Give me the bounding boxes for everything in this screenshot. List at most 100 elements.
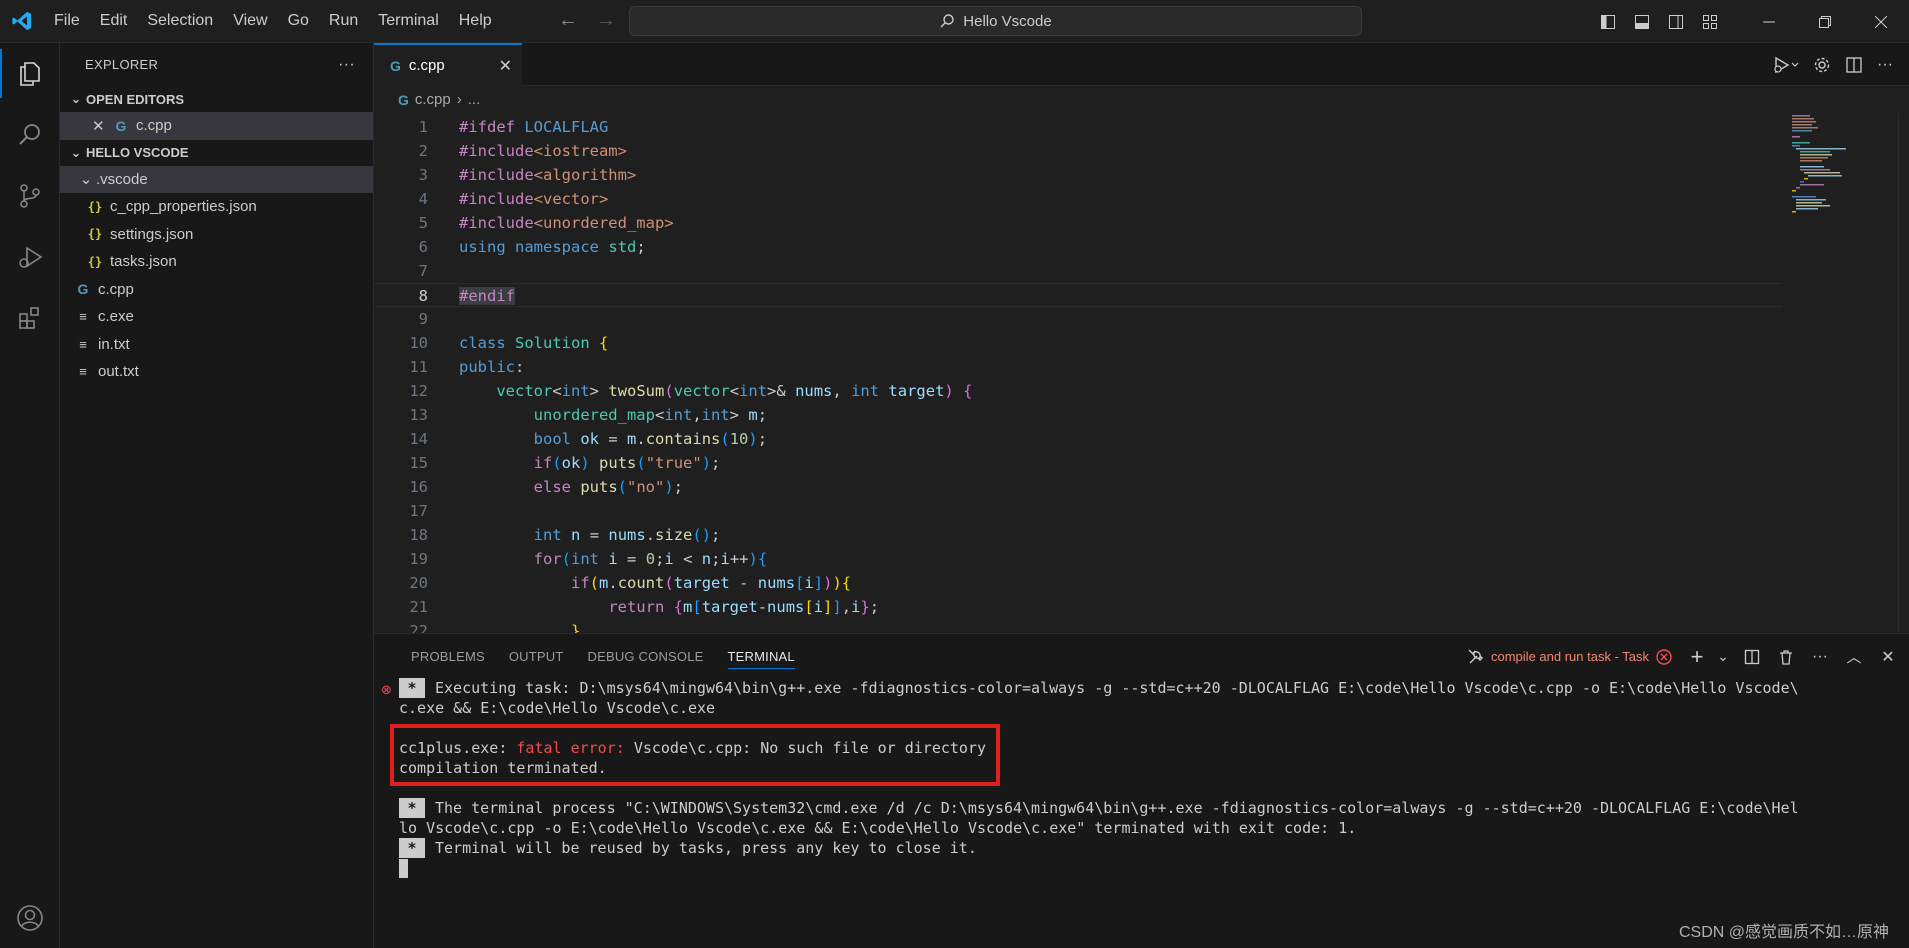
close-editor-icon[interactable]: ✕ xyxy=(92,117,112,135)
gear-icon[interactable] xyxy=(1809,50,1835,80)
code-line: 9 xyxy=(418,310,428,328)
terminal-task-selector[interactable]: compile and run task - Task xyxy=(1467,648,1673,666)
bottom-panel: PROBLEMS OUTPUT DEBUG CONSOLE TERMINAL c… xyxy=(374,633,1909,948)
run-debug-icon[interactable] xyxy=(0,226,60,287)
close-window-icon[interactable] xyxy=(1853,0,1909,43)
code-line: 18 int n = nums.size(); xyxy=(409,526,721,544)
menu-help[interactable]: Help xyxy=(449,6,502,36)
project-label: HELLO VSCODE xyxy=(86,145,189,160)
restore-icon[interactable] xyxy=(1797,0,1853,43)
file-label: c_cpp_properties.json xyxy=(110,198,257,216)
watermark: CSDN @感觉画质不如…原神 xyxy=(1678,924,1889,941)
terminal-line: lo Vscode\c.cpp -o E:\code\Hello Vscode\… xyxy=(399,819,1357,837)
split-editor-icon[interactable] xyxy=(1841,50,1867,80)
menu-view[interactable]: View xyxy=(223,6,277,36)
tree-item-settings-json[interactable]: {} settings.json xyxy=(60,221,373,249)
folder-vscode[interactable]: ⌄ .vscode xyxy=(60,165,373,193)
task-marker: * xyxy=(399,838,425,858)
tab-output[interactable]: OUTPUT xyxy=(497,634,576,679)
command-center-search[interactable]: Hello Vscode xyxy=(629,6,1362,36)
forward-arrow-icon[interactable]: → xyxy=(594,9,618,32)
search-icon[interactable] xyxy=(0,104,60,165)
vscode-logo-icon xyxy=(0,0,44,43)
code-line: 11 public: xyxy=(409,358,525,376)
breadcrumb-file[interactable]: c.cpp xyxy=(415,91,451,108)
tree-item-in-txt[interactable]: ≡ in.txt xyxy=(60,331,373,359)
open-editor-filename: c.cpp xyxy=(136,117,172,135)
account-icon[interactable] xyxy=(0,887,60,948)
source-control-icon[interactable] xyxy=(0,165,60,226)
code-editor[interactable]: 1 #ifdef LOCALFLAG 2 #include<iostream> 3 #… xyxy=(374,113,1909,633)
file-label: settings.json xyxy=(110,225,194,243)
terminal-text: Terminal will be reused by tasks, press … xyxy=(435,839,977,857)
maximize-panel-icon[interactable]: ︿ xyxy=(1839,642,1869,672)
panel-tabs: PROBLEMS OUTPUT DEBUG CONSOLE TERMINAL xyxy=(374,634,807,679)
code-line: 17 xyxy=(409,502,428,520)
toggle-panel-icon[interactable] xyxy=(1625,0,1659,43)
close-tab-icon[interactable]: ✕ xyxy=(499,56,512,76)
tree-item-c-cpp-properties[interactable]: {} c_cpp_properties.json xyxy=(60,193,373,221)
cpp-file-icon: G xyxy=(77,281,89,298)
menu-go[interactable]: Go xyxy=(278,6,319,36)
search-icon xyxy=(940,14,954,28)
json-file-icon: {} xyxy=(87,254,103,269)
project-section[interactable]: ⌄ HELLO VSCODE xyxy=(60,140,373,166)
new-terminal-icon[interactable]: + xyxy=(1685,642,1709,672)
vertical-scrollbar[interactable] xyxy=(1898,113,1899,633)
toggle-secondary-sidebar-icon[interactable] xyxy=(1659,0,1693,43)
menu-file[interactable]: File xyxy=(44,6,90,36)
close-panel-icon[interactable]: ✕ xyxy=(1873,642,1903,672)
customize-layout-icon[interactable] xyxy=(1693,0,1727,43)
menu-terminal[interactable]: Terminal xyxy=(368,6,448,36)
tree-item-tasks-json[interactable]: {} tasks.json xyxy=(60,248,373,276)
more-actions-icon[interactable]: ··· xyxy=(338,56,355,74)
toggle-primary-sidebar-icon[interactable] xyxy=(1591,0,1625,43)
trash-icon[interactable] xyxy=(1771,642,1801,672)
code-line: 12 vector<int> twoSum(vector<int>& nums,… xyxy=(409,382,973,400)
editor-tabs: G c.cpp ✕ ··· xyxy=(374,43,1909,86)
split-terminal-icon[interactable] xyxy=(1737,642,1767,672)
open-editor-item[interactable]: ✕ G c.cpp xyxy=(60,112,373,140)
breadcrumb-rest[interactable]: ... xyxy=(468,91,481,108)
tab-problems[interactable]: PROBLEMS xyxy=(399,634,497,679)
menu-selection[interactable]: Selection xyxy=(137,6,223,36)
minimize-icon[interactable] xyxy=(1741,0,1797,43)
open-editors-section[interactable]: ⌄ OPEN EDITORS xyxy=(60,86,373,112)
menu-edit[interactable]: Edit xyxy=(90,6,138,36)
chevron-down-icon: ⌄ xyxy=(70,144,82,160)
code-line: 5 #include<unordered_map> xyxy=(418,214,674,232)
text-file-icon: ≡ xyxy=(79,309,87,325)
run-code-icon[interactable] xyxy=(1769,50,1803,80)
extensions-icon[interactable] xyxy=(0,287,60,348)
code-line: 19 for(int i = 0;i < n;i++){ xyxy=(409,550,768,568)
code-line: 10 class Solution { xyxy=(409,334,609,352)
explorer-title: EXPLORER xyxy=(85,57,159,72)
menu-run[interactable]: Run xyxy=(319,6,368,36)
code-line: 7 xyxy=(418,262,428,280)
explorer-icon[interactable] xyxy=(0,43,60,104)
tab-c-cpp[interactable]: G c.cpp ✕ xyxy=(374,43,522,86)
tab-terminal[interactable]: TERMINAL xyxy=(716,634,807,679)
error-decoration-icon: ⊗ xyxy=(381,682,392,697)
file-label: in.txt xyxy=(98,335,130,353)
terminal-line: compilation terminated. xyxy=(399,759,607,777)
terminal-text: Executing task: D:\msys64\mingw64\bin\g+… xyxy=(435,679,1799,697)
task-marker: * xyxy=(399,678,425,698)
tree-item-out-txt[interactable]: ≡ out.txt xyxy=(60,358,373,386)
tab-debug-console[interactable]: DEBUG CONSOLE xyxy=(576,634,716,679)
minimap[interactable] xyxy=(1790,113,1888,233)
chevron-down-icon[interactable]: ⌄ xyxy=(1713,642,1733,672)
explorer-header: EXPLORER ··· xyxy=(60,43,373,86)
back-arrow-icon[interactable]: ← xyxy=(556,9,580,32)
more-actions-icon[interactable]: ··· xyxy=(1873,50,1897,80)
tree-item-c-cpp[interactable]: G c.cpp xyxy=(60,276,373,304)
code-line: 21 return {m[target-nums[i]],i}; xyxy=(409,598,880,616)
code-line: 14 bool ok = m.contains(10); xyxy=(409,430,768,448)
more-actions-icon[interactable]: ··· xyxy=(1805,642,1835,672)
terminal-line: * Terminal will be reused by tasks, press… xyxy=(399,838,1899,858)
editor-actions: ··· xyxy=(1769,43,1897,86)
terminal-output[interactable]: * Executing task: D:\msys64\mingw64\bin\g… xyxy=(399,678,1899,878)
tree-item-c-exe[interactable]: ≡ c.exe xyxy=(60,303,373,331)
terminal-text: cc1plus.exe: xyxy=(399,739,517,757)
